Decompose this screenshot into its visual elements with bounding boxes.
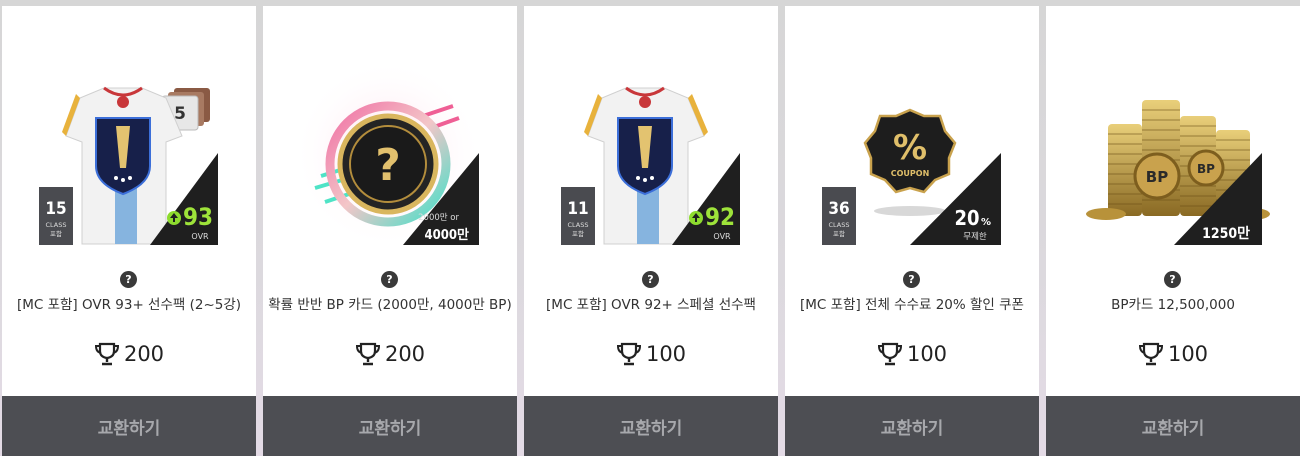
price-value: 200 (123, 342, 165, 366)
ovr-label: OVR (191, 232, 209, 241)
class-count: 11 (567, 199, 588, 219)
coupon-icon: % COUPON 20 % 무제한 36 CLASS 포함 (822, 108, 1001, 245)
item-price: 200 (263, 339, 517, 369)
price-value: 100 (645, 342, 687, 366)
item-price: 100 (785, 339, 1039, 369)
item-title: [MC 포함] 전체 수수료 20% 할인 쿠폰 (800, 297, 1024, 313)
discount-percent: 20 (954, 206, 979, 230)
item-thumbnail: BP BP 1250만 (1046, 6, 1300, 266)
coin-mark-small: BP (1197, 162, 1215, 176)
class-label: CLASS (45, 221, 66, 229)
exchange-button[interactable]: 교환하기 (263, 396, 517, 456)
ovr-value: 92 (705, 203, 735, 231)
class-count: 36 (828, 199, 849, 219)
item-thumbnail: 92 OVR 11 CLASS 포함 (524, 6, 778, 266)
player-pack-jersey-icon: 5 93 OVR 15 CLASS 포함 (39, 86, 218, 245)
class-include-label: 포함 (572, 229, 584, 238)
item-thumbnail: ? 2000만 or 4000만 (263, 6, 517, 266)
exchange-card-fee-coupon: % COUPON 20 % 무제한 36 CLASS 포함 ? [MC 포함] … (785, 6, 1039, 456)
item-title: [MC 포함] OVR 92+ 스페셜 선수팩 (546, 297, 756, 313)
price-value: 200 (384, 342, 426, 366)
item-price: 200 (2, 339, 256, 369)
item-price: 100 (524, 339, 778, 369)
class-label: CLASS (828, 221, 849, 229)
discount-duration: 무제한 (963, 232, 987, 242)
bp-coins-icon: BP BP 1250만 (1086, 100, 1270, 245)
coupon-symbol: % (893, 128, 927, 168)
coupon-word: COUPON (891, 169, 930, 178)
help-icon[interactable]: ? (642, 271, 659, 288)
exchange-button[interactable]: 교환하기 (2, 396, 256, 456)
ovr-label: OVR (713, 232, 731, 241)
exchange-card-bp-12500000: BP BP 1250만 ? BP카드 12,500,000 100 교환하기 (1046, 6, 1300, 456)
coin-mark: BP (1146, 168, 1168, 186)
class-label: CLASS (567, 221, 588, 229)
item-title: [MC 포함] OVR 93+ 선수팩 (2~5강) (16, 297, 242, 313)
price-value: 100 (906, 342, 948, 366)
ovr-value: 93 (183, 203, 213, 231)
trophy-icon (355, 342, 380, 366)
corner-amount-text: 1250만 (1202, 226, 1250, 242)
item-title: 확률 반반 BP 카드 (2000만, 4000만 BP) (268, 297, 512, 313)
exchange-button[interactable]: 교환하기 (1046, 396, 1300, 456)
price-value: 100 (1167, 342, 1209, 366)
bp-mystery-card-icon: ? 2000만 or 4000만 (293, 59, 483, 249)
corner-small-text: 2000만 or (418, 213, 459, 223)
exchange-card-bp-random: ? 2000만 or 4000만 ? 확률 반반 BP 카드 (2000만, 4… (263, 6, 517, 456)
exchange-card-ovr92-special: 92 OVR 11 CLASS 포함 ? [MC 포함] OVR 92+ 스페셜… (524, 6, 778, 456)
trophy-icon (1138, 342, 1163, 366)
trophy-icon (877, 342, 902, 366)
help-icon[interactable]: ? (1164, 271, 1181, 288)
class-include-label: 포함 (50, 229, 62, 238)
item-title: BP카드 12,500,000 (1111, 297, 1235, 313)
corner-big-text: 4000만 (424, 227, 469, 243)
exchange-item-list: 5 93 OVR 15 CLASS 포함 ? [MC 포함] OVR 93+ 선… (0, 0, 1300, 456)
exchange-button[interactable]: 교환하기 (785, 396, 1039, 456)
exchange-button[interactable]: 교환하기 (524, 396, 778, 456)
item-price: 100 (1046, 339, 1300, 369)
svg-text:?: ? (375, 140, 401, 191)
trophy-icon (616, 342, 641, 366)
player-pack-jersey-icon: 92 OVR 11 CLASS 포함 (561, 86, 740, 245)
help-icon[interactable]: ? (381, 271, 398, 288)
help-icon[interactable]: ? (903, 271, 920, 288)
exchange-card-ovr93-pack: 5 93 OVR 15 CLASS 포함 ? [MC 포함] OVR 93+ 선… (2, 6, 256, 456)
discount-unit: % (981, 217, 991, 228)
class-include-label: 포함 (833, 229, 845, 238)
item-thumbnail: 5 93 OVR 15 CLASS 포함 (2, 6, 256, 266)
help-icon[interactable]: ? (120, 271, 137, 288)
trophy-icon (94, 342, 119, 366)
item-thumbnail: % COUPON 20 % 무제한 36 CLASS 포함 (785, 6, 1039, 266)
class-count: 15 (45, 199, 66, 219)
